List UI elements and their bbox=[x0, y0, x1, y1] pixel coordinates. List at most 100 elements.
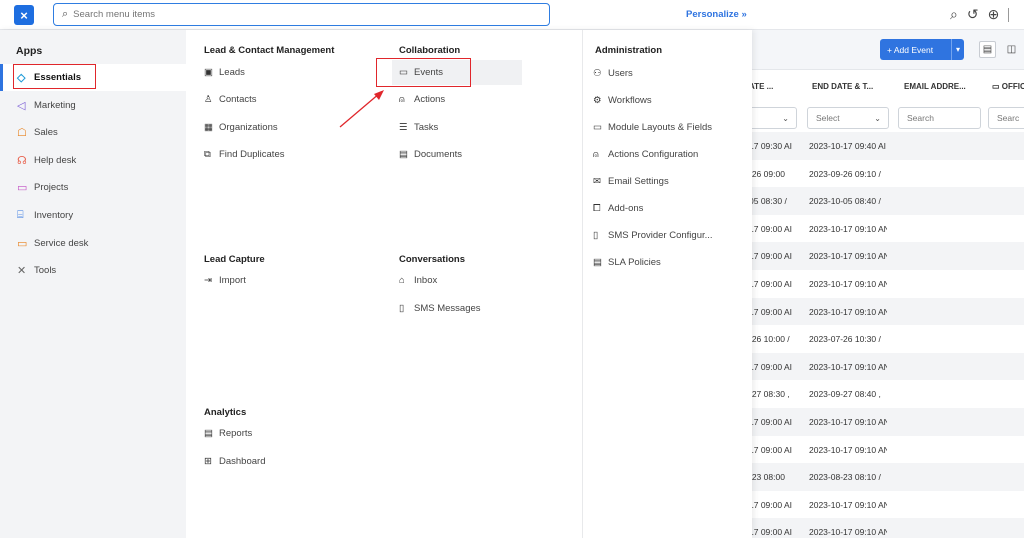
app-item-help-desk[interactable]: ☊ Help desk bbox=[0, 147, 186, 174]
end-date-cell: 2023-10-17 09:10 AN bbox=[809, 223, 887, 234]
menu-item-reports[interactable]: ▤ Reports bbox=[204, 428, 252, 439]
add-circle-icon[interactable]: ⊕ bbox=[988, 6, 1000, 23]
list-view-icon[interactable]: ▤ bbox=[979, 41, 996, 58]
menu-item-actions-configuration[interactable]: ⍝ Actions Configuration bbox=[593, 149, 698, 160]
menu-item-workflows[interactable]: ⚙ Workflows bbox=[593, 95, 652, 106]
app-item-tools[interactable]: ✕ Tools bbox=[0, 257, 186, 284]
menu-item-inbox[interactable]: ⌂ Inbox bbox=[399, 275, 437, 286]
table-row[interactable]: 17 09:00 AI 2023-10-17 09:10 AN bbox=[752, 215, 1024, 243]
top-icons: ⌕ ↺ ⊕ bbox=[950, 6, 1010, 23]
end-date-cell: 2023-10-17 09:10 AN bbox=[809, 499, 887, 510]
building-icon: ▦ bbox=[204, 122, 213, 133]
start-date-cell: -27 08:30 , bbox=[752, 389, 790, 400]
search-icon[interactable]: ⌕ bbox=[950, 6, 958, 23]
top-bar: × ⌕ Personalize » ⌕ ↺ ⊕ bbox=[0, 0, 1024, 30]
history-icon[interactable]: ↺ bbox=[967, 6, 979, 23]
policy-icon: ▤ bbox=[593, 257, 602, 268]
menu-item-organizations[interactable]: ▦ Organizations bbox=[204, 122, 278, 133]
menu-item-sla-policies[interactable]: ▤ SLA Policies bbox=[593, 257, 661, 268]
table-row[interactable]: 17 09:00 AI 2023-10-17 09:10 AN bbox=[752, 352, 1024, 381]
app-item-sales[interactable]: ☖ Sales bbox=[0, 119, 186, 146]
filter-end-date-select[interactable]: Select ⌄ bbox=[807, 107, 889, 129]
close-menu-button[interactable]: × bbox=[14, 5, 34, 25]
add-event-label: + Add Event bbox=[887, 44, 934, 55]
end-date-cell: 2023-07-26 10:30 / bbox=[809, 334, 881, 345]
duplicates-icon: ⧉ bbox=[204, 149, 211, 160]
chevron-down-icon: ⌄ bbox=[874, 113, 881, 123]
bell-icon: ⍝ bbox=[399, 94, 405, 105]
table-row[interactable]: 17 09:00 AI 2023-10-17 09:10 AN bbox=[752, 270, 1024, 298]
table-row[interactable]: 17 09:00 AI 2023-10-17 09:10 AN bbox=[752, 436, 1024, 464]
menu-item-actions[interactable]: ⍝ Actions bbox=[399, 94, 445, 105]
menu-item-documents[interactable]: ▤ Documents bbox=[399, 149, 462, 160]
app-item-projects[interactable]: ▭ Projects bbox=[0, 174, 186, 201]
app-item-label: Sales bbox=[34, 127, 58, 139]
add-event-button[interactable]: + Add Event ▾ bbox=[880, 39, 964, 60]
menu-item-dashboard[interactable]: ⊞ Dashboard bbox=[204, 456, 265, 467]
table-row[interactable]: -23 08:00 2023-08-23 08:10 / bbox=[752, 463, 1024, 491]
bell-icon: ⍝ bbox=[593, 149, 599, 160]
menu-item-sms-provider[interactable]: ▯ SMS Provider Configur... bbox=[593, 230, 713, 241]
table-row[interactable]: 17 09:00 AI 2023-10-17 09:10 AN bbox=[752, 408, 1024, 436]
document-icon: ▤ bbox=[399, 149, 408, 160]
filter-office-search[interactable]: Searc bbox=[988, 107, 1024, 129]
start-date-cell: -26 10:00 / bbox=[752, 334, 790, 345]
table-row[interactable]: 17 09:00 AI 2023-10-17 09:10 AN bbox=[752, 297, 1024, 326]
table-row[interactable]: 17 09:00 AI 2023-10-17 09:10 AN bbox=[752, 491, 1024, 519]
sales-icon: ☖ bbox=[17, 127, 27, 140]
end-date-cell: 2023-10-05 08:40 / bbox=[809, 196, 881, 207]
section-title-lead-contact: Lead & Contact Management bbox=[204, 45, 335, 56]
app-item-label: Projects bbox=[34, 182, 69, 194]
annotation-arrow bbox=[339, 90, 384, 128]
menu-item-import[interactable]: ⇥ Import bbox=[204, 275, 246, 286]
filter-email-search[interactable]: Search bbox=[898, 107, 981, 129]
table-row[interactable]: 17 09:30 AI 2023-10-17 09:40 AI bbox=[752, 132, 1024, 160]
column-header-office[interactable]: ▭ OFFIC bbox=[992, 82, 1024, 91]
dashboard-icon: ⊞ bbox=[204, 456, 212, 467]
end-date-cell: 2023-10-17 09:40 AI bbox=[809, 141, 887, 151]
start-date-cell: 17 09:00 AI bbox=[752, 527, 793, 538]
highlight-essentials bbox=[13, 64, 96, 89]
marketing-icon: ◁ bbox=[17, 99, 26, 112]
start-date-cell: 17 09:00 AI bbox=[752, 223, 793, 234]
table-row[interactable]: -26 09:00 2023-09-26 09:10 / bbox=[752, 160, 1024, 188]
column-header-start-date[interactable]: ATE ... bbox=[749, 82, 773, 91]
app-item-marketing[interactable]: ◁ Marketing bbox=[0, 92, 186, 119]
table-row[interactable]: -26 10:00 / 2023-07-26 10:30 / bbox=[752, 325, 1024, 353]
administration-column: Administration ⚇ Users ⚙ Workflows ▭ Module… bbox=[582, 30, 752, 538]
search-input[interactable] bbox=[73, 9, 474, 20]
column-header-email[interactable]: EMAIL ADDRE... bbox=[904, 82, 966, 91]
contacts-icon: ♙ bbox=[204, 94, 213, 105]
end-date-cell: 2023-10-17 09:10 AN bbox=[809, 444, 887, 455]
start-date-cell: -26 09:00 bbox=[752, 168, 785, 179]
menu-item-users[interactable]: ⚇ Users bbox=[593, 68, 633, 79]
start-date-cell: 17 09:00 AI bbox=[752, 361, 793, 372]
menu-item-tasks[interactable]: ☰ Tasks bbox=[399, 122, 438, 133]
table-row[interactable]: 05 08:30 / 2023-10-05 08:40 / bbox=[752, 187, 1024, 215]
menu-item-contacts[interactable]: ♙ Contacts bbox=[204, 94, 257, 105]
menu-item-module-layouts[interactable]: ▭ Module Layouts & Fields bbox=[593, 122, 712, 133]
table-row[interactable]: 17 09:00 AI 2023-10-17 09:10 AN bbox=[752, 518, 1024, 538]
menu-item-leads[interactable]: ▣ Leads bbox=[204, 67, 245, 78]
menu-item-email-settings[interactable]: ✉ Email Settings bbox=[593, 176, 669, 187]
table-row[interactable]: 17 09:00 AI 2023-10-17 09:10 AN bbox=[752, 242, 1024, 270]
leads-icon: ▣ bbox=[204, 67, 213, 78]
import-icon: ⇥ bbox=[204, 275, 212, 286]
start-date-cell: 17 09:00 AI bbox=[752, 417, 793, 427]
addon-icon: ⧠ bbox=[593, 203, 601, 214]
table-row[interactable]: -27 08:30 , 2023-09-27 08:40 , bbox=[752, 380, 1024, 408]
menu-item-find-duplicates[interactable]: ⧉ Find Duplicates bbox=[204, 149, 284, 160]
sms-icon: ▯ bbox=[593, 230, 599, 241]
menu-search-box[interactable]: ⌕ bbox=[53, 3, 550, 26]
app-item-inventory[interactable]: ⌸ Inventory bbox=[0, 202, 186, 229]
column-header-end-date[interactable]: END DATE & T... bbox=[812, 82, 873, 91]
menu-item-add-ons[interactable]: ⧠ Add-ons bbox=[593, 203, 643, 214]
app-item-service-desk[interactable]: ▭ Service desk bbox=[0, 230, 186, 257]
kanban-view-icon[interactable]: ◫ bbox=[1003, 41, 1020, 58]
personalize-link[interactable]: Personalize » bbox=[686, 9, 747, 20]
end-date-cell: 2023-10-17 09:10 AN bbox=[809, 527, 887, 538]
menu-item-sms-messages[interactable]: ▯ SMS Messages bbox=[399, 303, 481, 314]
chevron-down-icon[interactable]: ▾ bbox=[951, 39, 964, 60]
start-date-cell: 17 09:00 AI bbox=[752, 251, 793, 262]
start-date-cell: 17 09:00 AI bbox=[752, 444, 793, 455]
